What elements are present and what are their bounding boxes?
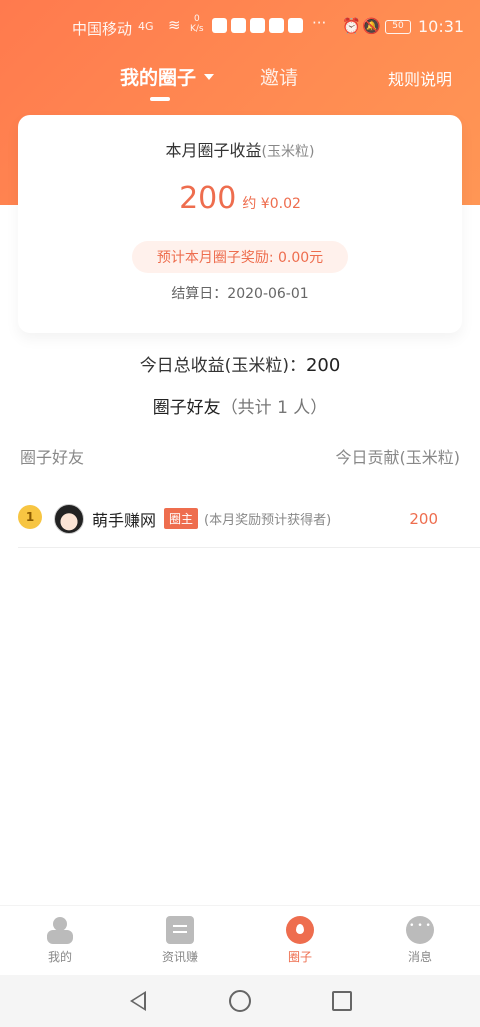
status-bar: 中国移动 4G ≋ 0 K/s ··· ⏰ 🔕 50 10:31 <box>0 0 480 55</box>
friends-count-value: （共计 1 人） <box>220 398 328 418</box>
friends-count: 圈子好友（共计 1 人） <box>0 393 480 418</box>
rank-medal-icon: 1 <box>18 504 42 529</box>
app-notification-icon <box>212 18 227 33</box>
tab-mine[interactable]: 我的 <box>0 916 120 965</box>
message-icon <box>406 916 434 944</box>
amount-row: 200 约 ¥0.02 <box>18 181 462 216</box>
tab-my-circle-label: 我的圈子 <box>120 67 197 89</box>
settlement-date: 结算日：2020-06-01 <box>171 286 309 302</box>
mute-icon: 🔕 <box>362 17 381 35</box>
approx-value: 约 ¥0.02 <box>242 196 301 212</box>
caret-down-icon <box>204 73 215 80</box>
person-icon <box>46 916 74 944</box>
tab-mine-label: 我的 <box>47 950 72 964</box>
status-time: 10:31 <box>418 17 465 36</box>
rules-link[interactable]: 规则说明 <box>388 66 452 90</box>
bottom-tab-bar: 我的 资讯赚 圈子 消息 <box>0 905 480 975</box>
card-title: 本月圈子收益(玉米粒) <box>18 137 462 161</box>
list-item[interactable]: 1 萌手赚网 圈主 (本月奖励预计获得者) 200 <box>18 490 480 548</box>
news-icon <box>166 916 194 944</box>
system-navigation-bar <box>0 975 480 1027</box>
earnings-card: 本月圈子收益(玉米粒) 200 约 ¥0.02 预计本月圈子奖励: 0.00元 结… <box>18 115 462 333</box>
monthly-amount: 200 <box>179 181 237 216</box>
estimated-reward-pill: 预计本月圈子奖励: 0.00元 <box>132 241 348 273</box>
tab-circle-label: 圈子 <box>287 950 312 964</box>
tab-news[interactable]: 资讯赚 <box>120 916 240 965</box>
column-contribution: 今日贡献(玉米粒) <box>335 448 461 467</box>
top-nav: 我的圈子 邀请 规则说明 <box>0 55 480 105</box>
carrier-label: 中国移动 <box>72 20 133 38</box>
tab-messages-label: 消息 <box>407 950 432 964</box>
net-speed-value: 0 <box>193 14 200 24</box>
tab-my-circle[interactable]: 我的圈子 <box>120 63 215 90</box>
tab-news-label: 资讯赚 <box>161 950 198 964</box>
today-total-value: 200 <box>305 355 341 376</box>
rank-number: 1 <box>25 509 35 524</box>
notification-icons <box>212 18 303 33</box>
column-friend: 圈子好友 <box>20 448 85 467</box>
home-icon[interactable] <box>229 990 251 1012</box>
friends-count-label: 圈子好友 <box>152 398 221 418</box>
card-title-text: 本月圈子收益 <box>165 141 262 160</box>
friend-note: (本月奖励预计获得者) <box>204 513 332 528</box>
list-header: 圈子好友 今日贡献(玉米粒) <box>20 444 460 468</box>
signal-icon: 4G <box>138 20 154 33</box>
card-title-unit: (玉米粒) <box>261 144 315 160</box>
friend-name: 萌手赚网 <box>92 510 157 530</box>
today-total-label: 今日总收益(玉米粒)： <box>139 356 306 376</box>
wifi-icon: ≋ <box>168 16 181 34</box>
app-notification-icon <box>250 18 265 33</box>
net-speed-unit: K/s <box>190 24 204 34</box>
alarm-icon: ⏰ <box>342 17 361 35</box>
more-dots-icon: ··· <box>312 14 327 32</box>
today-total-earnings: 今日总收益(玉米粒)：200 <box>0 351 480 376</box>
battery-icon: 50 <box>385 20 411 34</box>
back-icon[interactable] <box>130 991 146 1011</box>
app-notification-icon <box>269 18 284 33</box>
app-notification-icon <box>288 18 303 33</box>
tab-circle[interactable]: 圈子 <box>240 916 360 965</box>
tab-invite[interactable]: 邀请 <box>260 63 298 90</box>
friend-contribution: 200 <box>409 509 438 528</box>
avatar <box>54 503 84 534</box>
owner-badge: 圈主 <box>164 508 199 529</box>
tab-messages[interactable]: 消息 <box>360 916 480 965</box>
net-speed: 0 K/s <box>190 14 204 34</box>
circle-icon <box>286 916 314 944</box>
app-notification-icon <box>231 18 246 33</box>
active-tab-indicator <box>150 97 170 101</box>
recent-apps-icon[interactable] <box>332 991 352 1011</box>
